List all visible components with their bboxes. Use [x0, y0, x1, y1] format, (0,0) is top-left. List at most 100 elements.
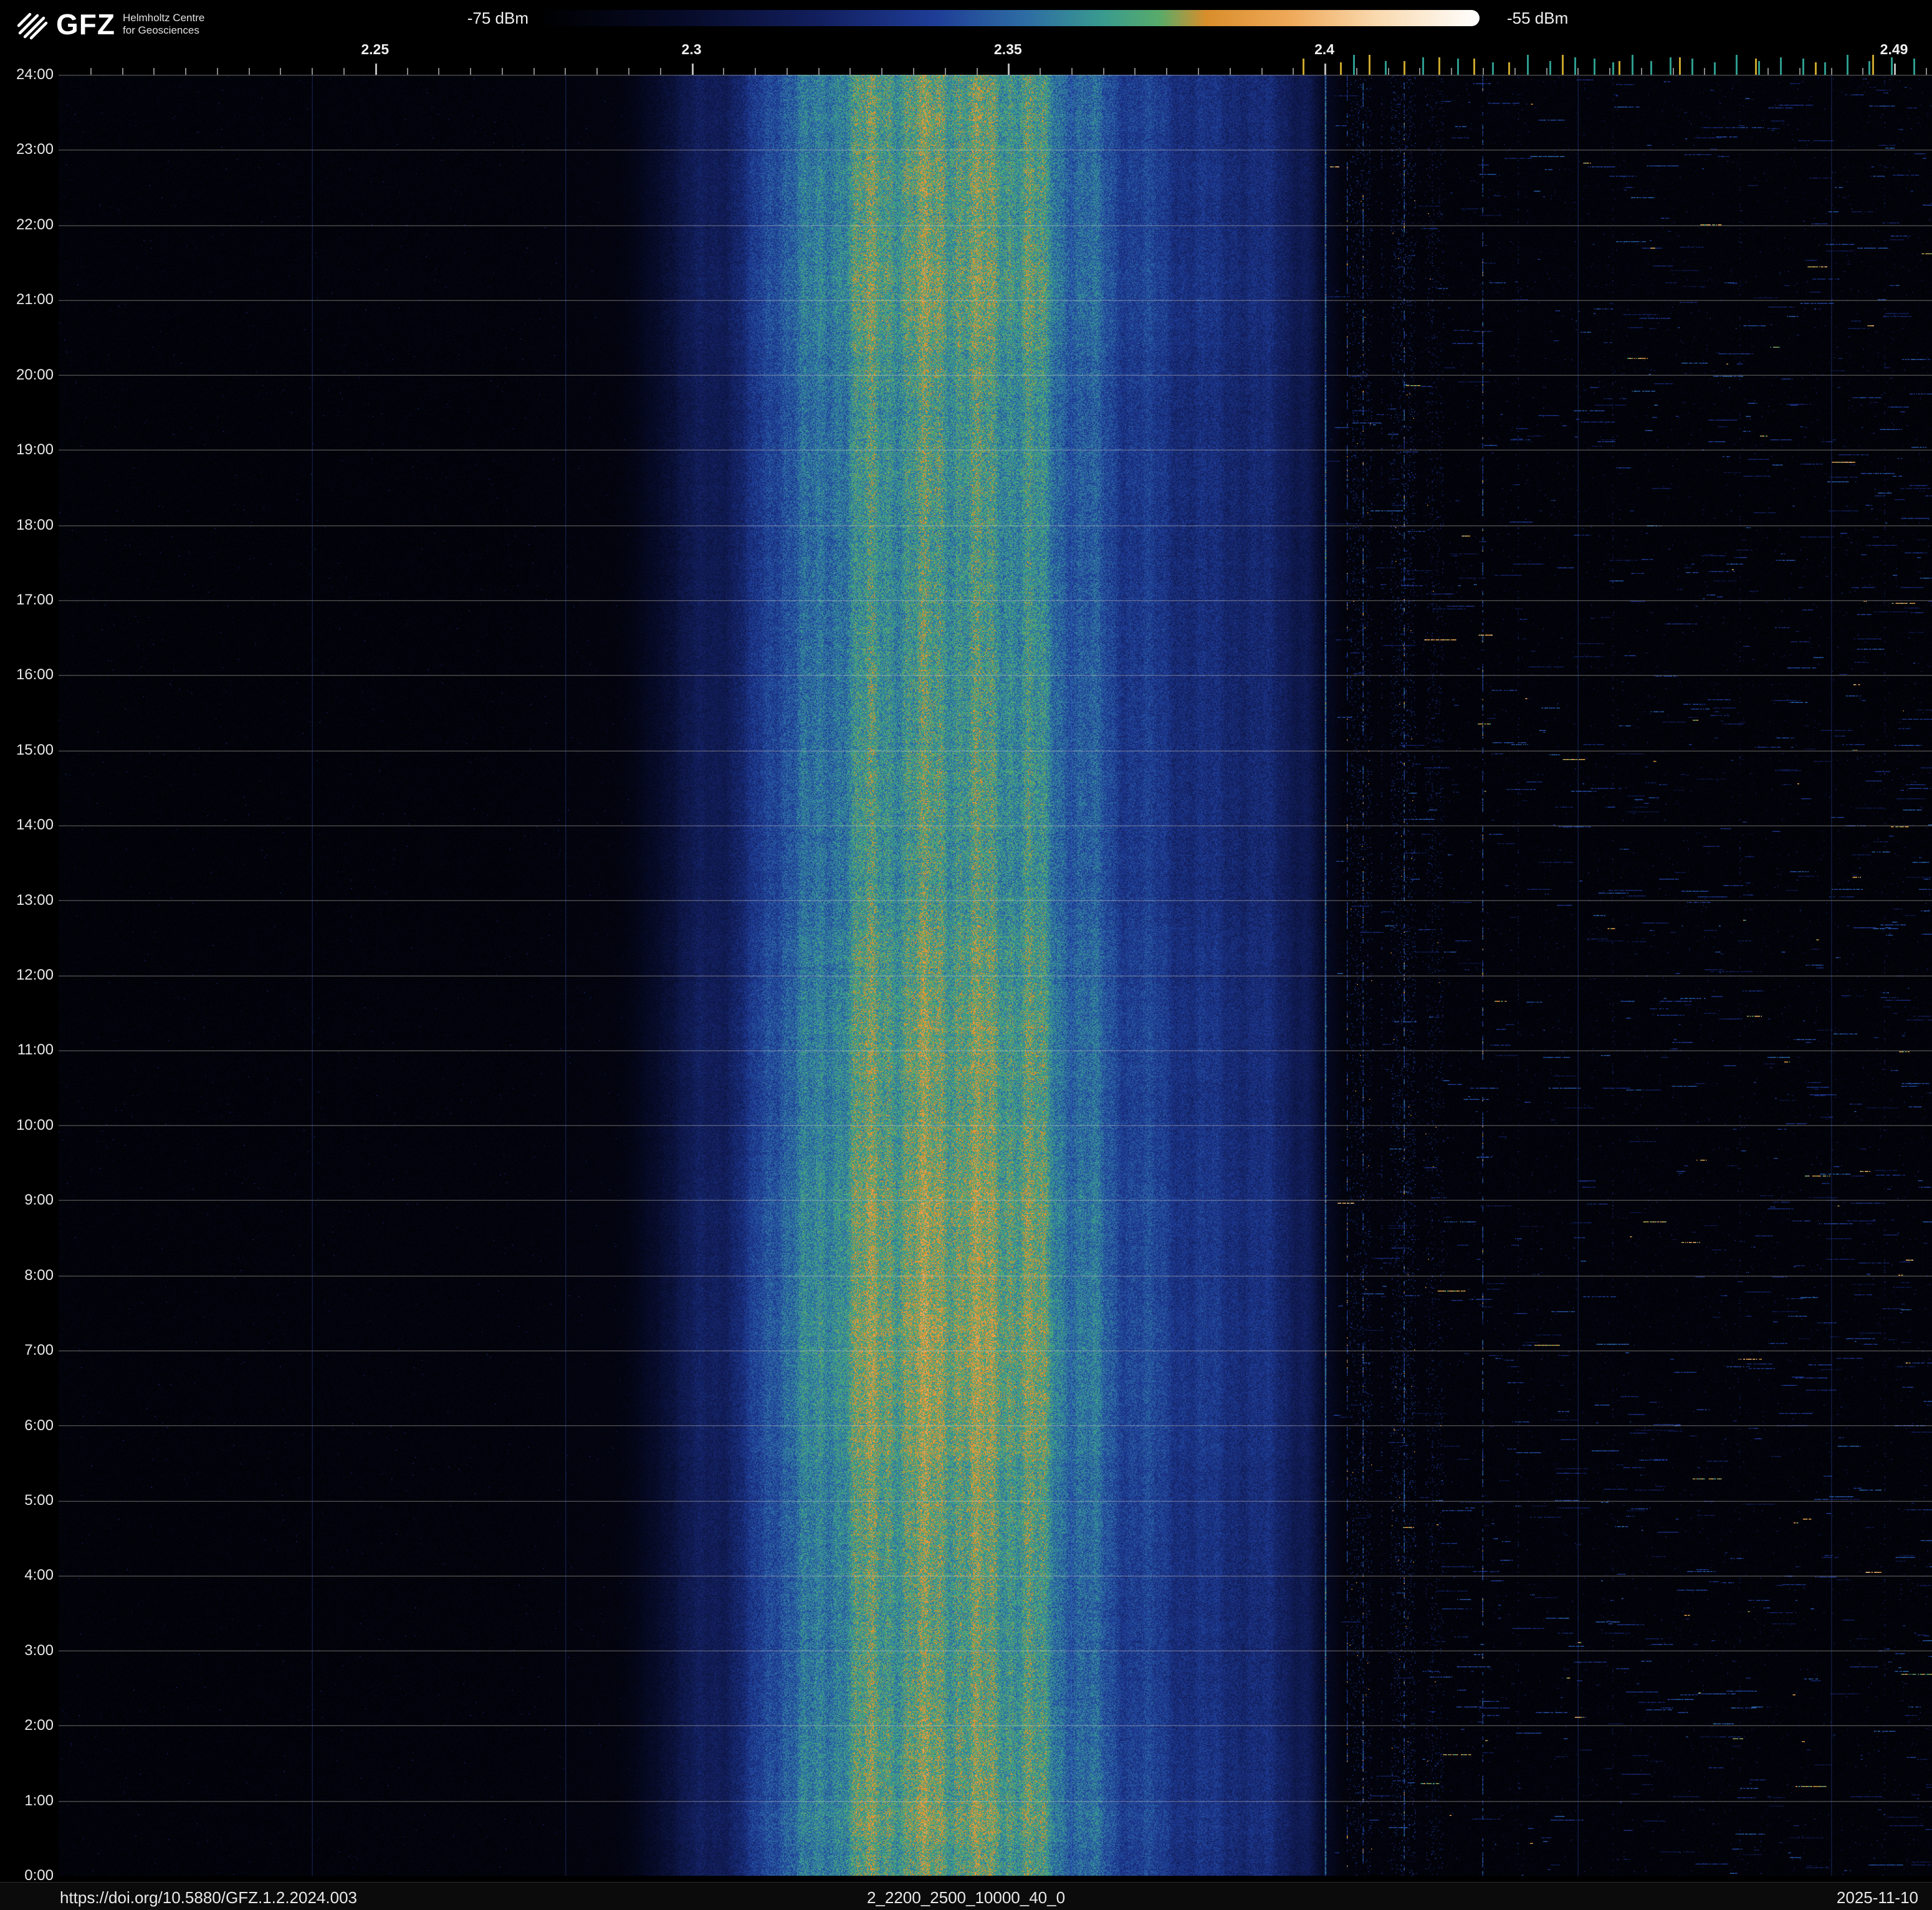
marker-tick-teal [1802, 59, 1804, 75]
time-tick-label-18:00: 18:00 [16, 516, 54, 533]
marker-tick-teal [1612, 62, 1615, 75]
freq-minor-tick [1261, 68, 1263, 75]
marker-tick-teal [1457, 59, 1460, 75]
marker-tick-teal [1631, 55, 1633, 75]
freq-minor-tick [755, 68, 757, 75]
freq-minor-tick [1767, 68, 1769, 75]
freq-minor-tick [406, 68, 408, 75]
freq-minor-tick [1704, 68, 1706, 75]
freq-minor-tick [343, 68, 345, 75]
marker-tick-yellow [1340, 62, 1342, 75]
marker-tick-teal [1492, 62, 1494, 75]
freq-minor-tick [723, 68, 725, 75]
time-tick-label-12:00: 12:00 [16, 967, 54, 983]
marker-tick-yellow [1872, 55, 1874, 75]
time-tick-label-17:00: 17:00 [16, 591, 54, 608]
freq-minor-tick [1862, 68, 1864, 75]
marker-tick-yellow [1815, 62, 1817, 75]
marker-tick-teal [1824, 62, 1827, 75]
footer-filename: 2_2200_2500_10000_40_0 [866, 1888, 1066, 1907]
freq-minor-tick [280, 68, 282, 75]
marker-tick-teal [1736, 55, 1738, 75]
freq-tick-label-2.4: 2.4 [1314, 41, 1335, 57]
time-tick-label-13:00: 13:00 [16, 891, 54, 909]
marker-tick-yellow [1561, 55, 1564, 75]
time-tick-label-7:00: 7:00 [24, 1342, 54, 1359]
freq-minor-tick [1134, 68, 1136, 75]
marker-tick-teal [1913, 59, 1915, 75]
time-tick-label-21:00: 21:00 [16, 291, 54, 308]
time-tick-label-2:00: 2:00 [24, 1717, 54, 1734]
marker-tick-yellow [1302, 59, 1304, 75]
freq-minor-tick [375, 64, 377, 75]
marker-tick-teal [1593, 59, 1595, 75]
time-tick-label-0:00: 0:00 [24, 1867, 54, 1884]
freq-minor-tick [1102, 68, 1104, 75]
freq-minor-tick [881, 68, 883, 75]
time-tick-label-11:00: 11:00 [17, 1041, 54, 1059]
freq-minor-tick [533, 68, 535, 75]
marker-tick-yellow [1678, 57, 1681, 75]
time-tick-label-19:00: 19:00 [16, 441, 54, 459]
time-tick-label-8:00: 8:00 [24, 1266, 54, 1284]
freq-minor-tick [1546, 68, 1547, 75]
freq-tick-label-2.25: 2.25 [361, 41, 390, 57]
freq-minor-tick [122, 68, 123, 75]
freq-minor-tick [1356, 68, 1357, 75]
time-tick-label-9:00: 9:00 [24, 1191, 54, 1209]
freq-minor-tick [1324, 64, 1327, 75]
freq-minor-tick [1514, 68, 1516, 75]
time-tick-label-3:00: 3:00 [24, 1641, 54, 1659]
gfz-logo-subtitle-line2: for Geosciences [122, 24, 199, 36]
freq-minor-tick [565, 68, 567, 75]
colorbar-max-label: -55 dBm [1507, 9, 1569, 27]
freq-minor-tick [1166, 68, 1168, 75]
freq-minor-tick [1672, 68, 1674, 75]
freq-minor-tick [849, 68, 851, 75]
marker-tick-teal [1527, 55, 1529, 75]
freq-minor-tick [976, 68, 978, 75]
spectrogram-canvas [59, 75, 1932, 1876]
marker-tick-yellow [1404, 61, 1406, 75]
time-tick-label-20:00: 20:00 [16, 366, 54, 383]
footer-date: 2025-11-10 [1836, 1888, 1918, 1907]
freq-minor-tick [912, 68, 914, 75]
time-tick-label-10:00: 10:00 [16, 1116, 54, 1134]
freq-minor-tick [470, 68, 472, 75]
marker-tick-teal [1650, 61, 1653, 75]
marker-tick-teal [1574, 57, 1577, 75]
time-tick-label-4:00: 4:00 [24, 1567, 54, 1584]
freq-minor-tick [1293, 68, 1294, 75]
freq-minor-tick [659, 68, 661, 75]
marker-tick-teal [1757, 61, 1760, 75]
freq-minor-tick [1894, 64, 1896, 75]
freq-minor-tick [1419, 68, 1421, 75]
freq-minor-tick [1925, 68, 1927, 75]
marker-tick-yellow [1754, 59, 1757, 75]
freq-minor-tick [596, 68, 598, 75]
freq-minor-tick [216, 68, 218, 75]
time-tick-label-23:00: 23:00 [16, 141, 54, 158]
marker-tick-teal [1868, 61, 1871, 75]
freq-minor-tick [1577, 68, 1579, 75]
freq-minor-tick [1071, 68, 1073, 75]
freq-tick-label-2.49: 2.49 [1880, 41, 1908, 57]
time-tick-label-22:00: 22:00 [16, 216, 54, 233]
gfz-logo-subtitle-line1: Helmholtz Centre [122, 12, 205, 24]
time-tick-label-1:00: 1:00 [24, 1792, 54, 1809]
freq-tick-label-2.35: 2.35 [993, 41, 1022, 57]
marker-tick-yellow [1619, 61, 1621, 75]
freq-minor-tick [312, 68, 313, 75]
marker-tick-teal [1713, 62, 1716, 75]
freq-minor-tick [1799, 68, 1800, 75]
marker-tick-yellow [1473, 59, 1475, 75]
freq-minor-tick [1830, 68, 1832, 75]
marker-tick-yellow [1369, 55, 1371, 75]
marker-tick-yellow [1438, 57, 1440, 75]
freq-minor-tick [1197, 68, 1199, 75]
freq-minor-tick [786, 68, 788, 75]
marker-tick-teal [1549, 61, 1551, 75]
marker-tick-teal [1669, 57, 1671, 75]
freq-minor-tick [438, 68, 440, 75]
marker-tick-teal [1691, 59, 1694, 75]
